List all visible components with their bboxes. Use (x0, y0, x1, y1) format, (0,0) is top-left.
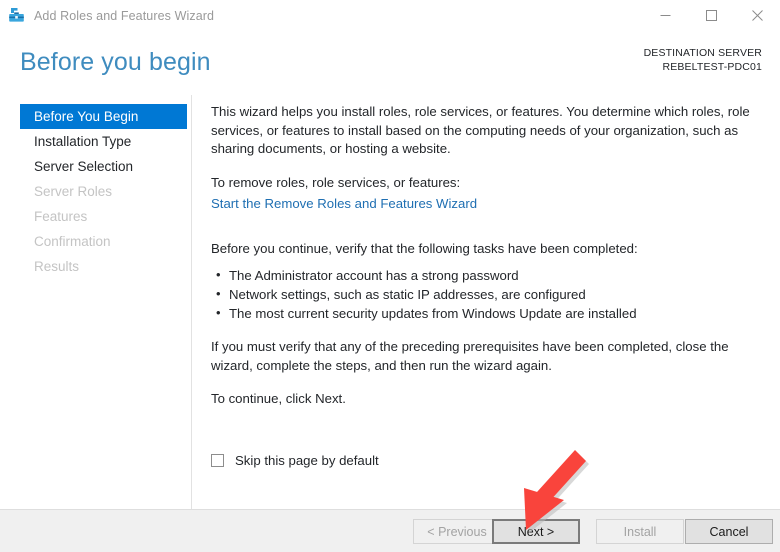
sidebar-item-server-selection[interactable]: Server Selection (20, 154, 187, 179)
sidebar-item-results: Results (20, 254, 187, 279)
wizard-toolbox-icon (8, 7, 25, 24)
sidebar-item-server-roles: Server Roles (20, 179, 187, 204)
title-bar: Add Roles and Features Wizard (0, 0, 780, 31)
list-item: The most current security updates from W… (211, 304, 756, 323)
sidebar-item-confirmation: Confirmation (20, 229, 187, 254)
cancel-button[interactable]: Cancel (685, 519, 773, 544)
skip-page-checkbox-label: Skip this page by default (235, 453, 379, 468)
window-title: Add Roles and Features Wizard (34, 9, 214, 23)
destination-server-block: DESTINATION SERVER REBELTEST-PDC01 (644, 46, 762, 74)
skip-page-checkbox-row[interactable]: Skip this page by default (211, 453, 379, 468)
minimize-icon[interactable] (642, 0, 688, 31)
maximize-icon[interactable] (688, 0, 734, 31)
wizard-content-pane: This wizard helps you install roles, rol… (193, 95, 780, 509)
sidebar-item-features: Features (20, 204, 187, 229)
sidebar-item-installation-type[interactable]: Installation Type (20, 129, 187, 154)
list-item: The Administrator account has a strong p… (211, 266, 756, 285)
sidebar-item-before-you-begin[interactable]: Before You Begin (20, 104, 187, 129)
verify-prompt-text: Before you continue, verify that the fol… (211, 240, 756, 259)
wizard-footer: < Previous Next > Install Cancel (0, 509, 780, 552)
window-controls (642, 0, 780, 31)
prerequisite-task-list: The Administrator account has a strong p… (211, 266, 756, 323)
prerequisites-note: If you must verify that any of the prece… (211, 338, 756, 375)
skip-page-checkbox[interactable] (211, 454, 224, 467)
next-button[interactable]: Next > (492, 519, 580, 544)
destination-server-label: DESTINATION SERVER (644, 46, 762, 60)
page-header: Before you begin DESTINATION SERVER REBE… (0, 31, 780, 95)
wizard-step-nav: Before You Begin Installation Type Serve… (0, 95, 192, 509)
body-area: Before You Begin Installation Type Serve… (0, 95, 780, 509)
remove-prompt-text: To remove roles, role services, or featu… (211, 174, 756, 193)
list-item: Network settings, such as static IP addr… (211, 285, 756, 304)
add-roles-wizard-window: Add Roles and Features Wizard Before (0, 0, 780, 552)
continue-note: To continue, click Next. (211, 390, 756, 409)
intro-paragraph: This wizard helps you install roles, rol… (211, 103, 756, 159)
destination-server-name: REBELTEST-PDC01 (644, 60, 762, 74)
install-button: Install (596, 519, 684, 544)
previous-button: < Previous (413, 519, 501, 544)
remove-roles-wizard-link[interactable]: Start the Remove Roles and Features Wiza… (211, 195, 477, 214)
page-title: Before you begin (20, 48, 211, 77)
close-icon[interactable] (734, 0, 780, 31)
